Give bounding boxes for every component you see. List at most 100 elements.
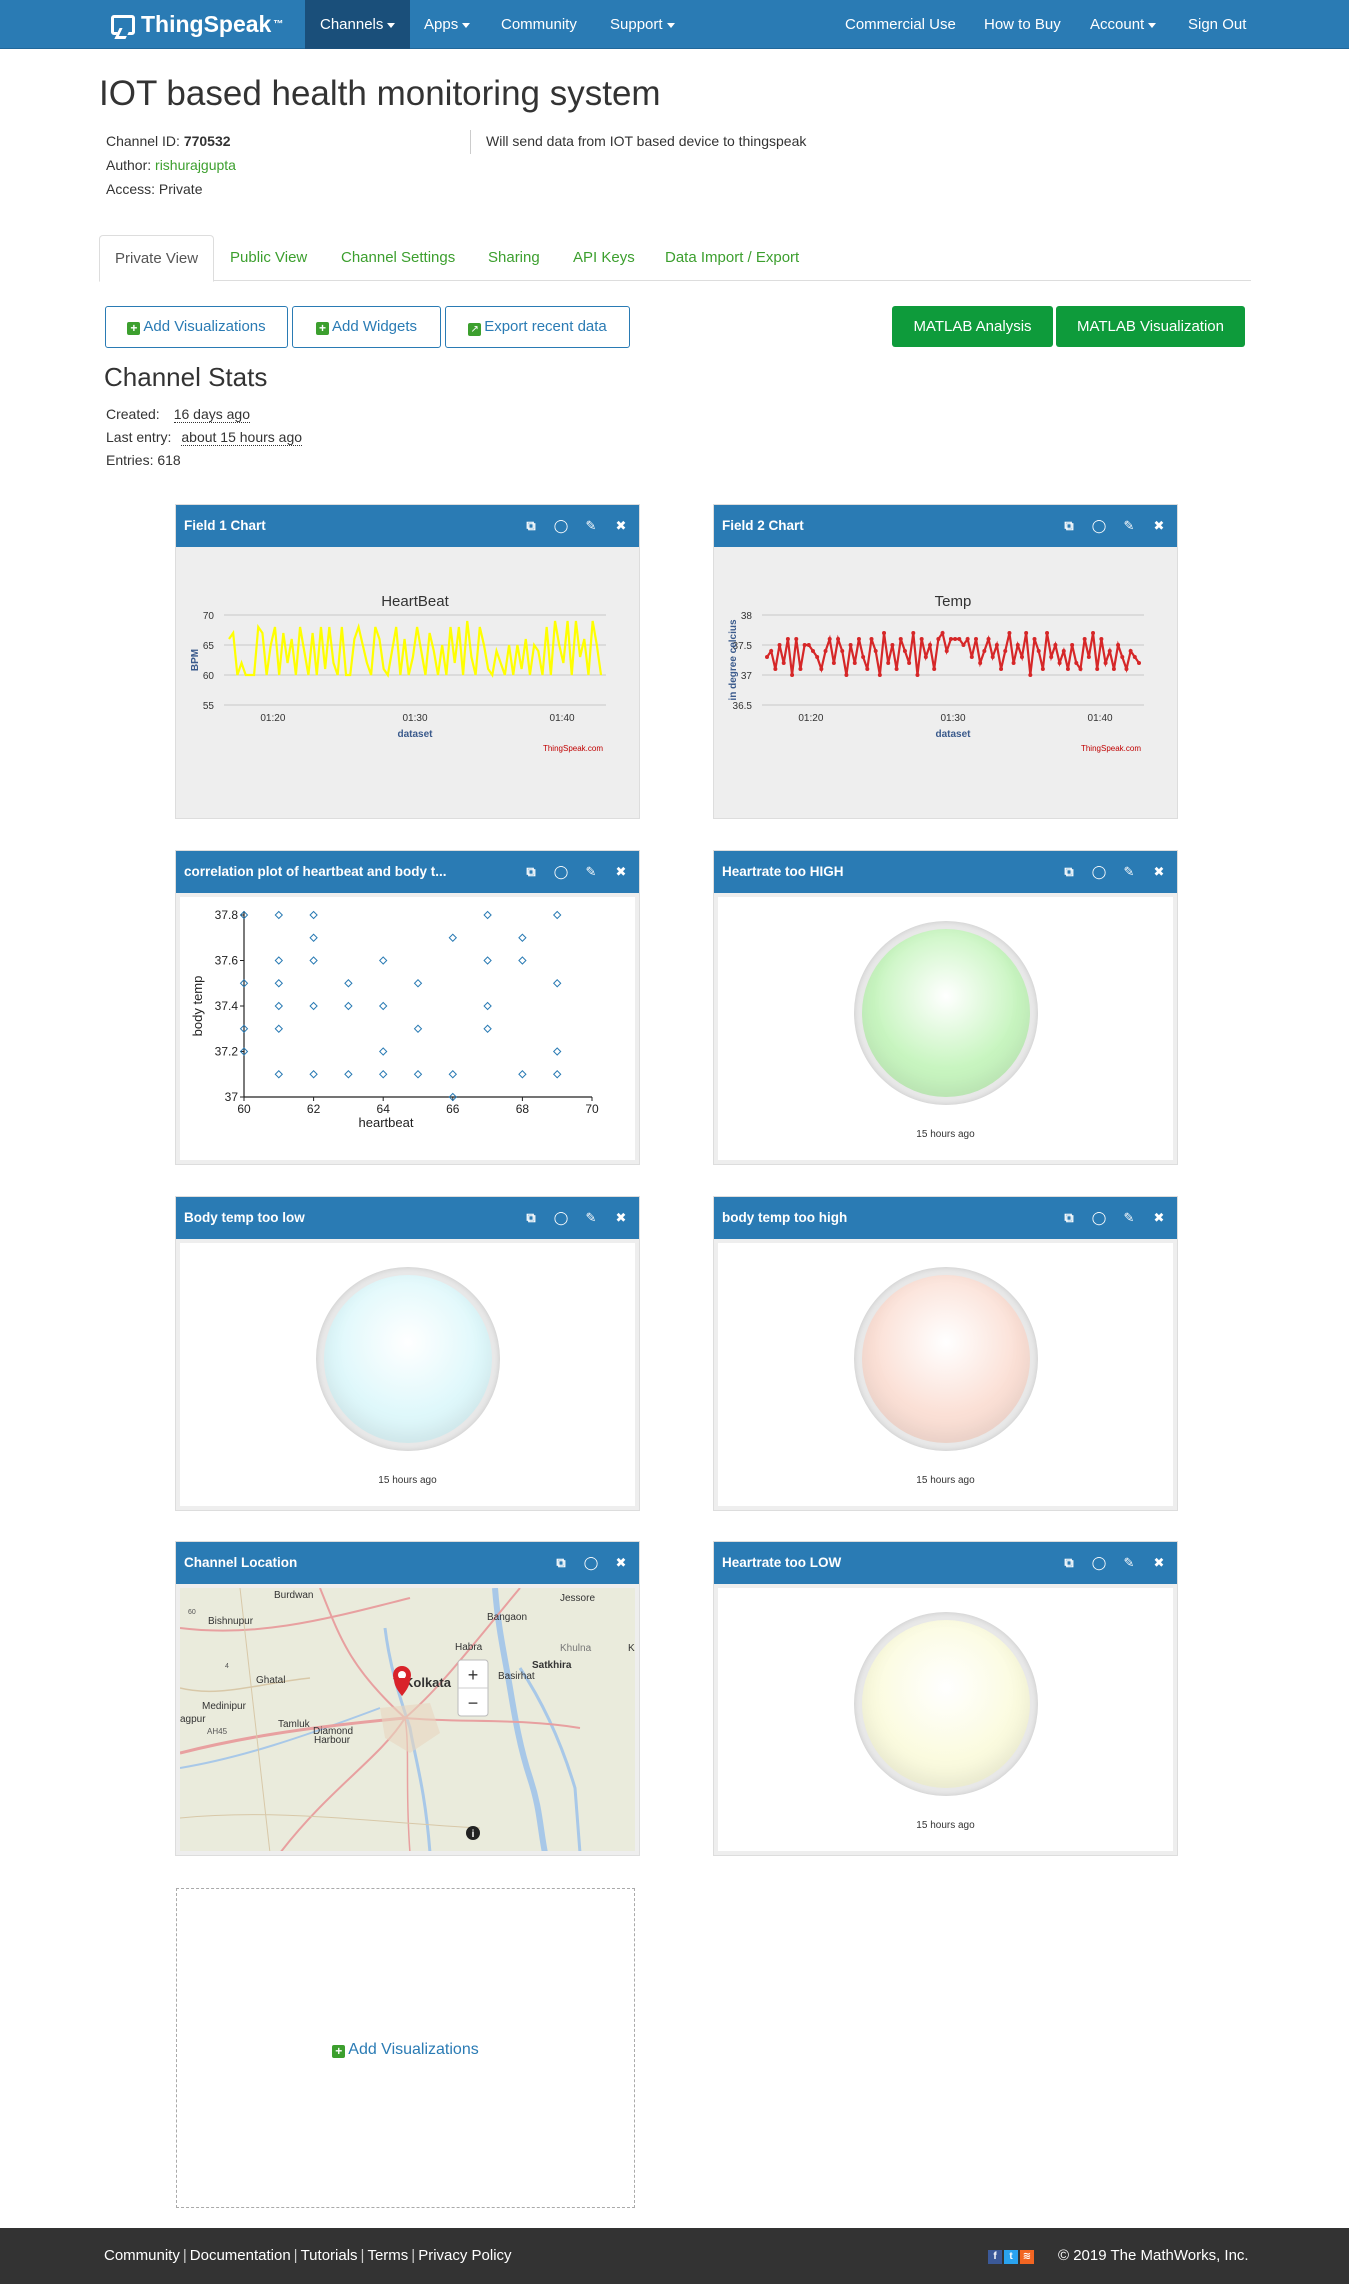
- close-icon[interactable]: ✖: [1151, 518, 1167, 534]
- scatter-point: [552, 1047, 562, 1056]
- copyright: © 2019 The MathWorks, Inc.: [1058, 2247, 1249, 2264]
- pencil-icon[interactable]: ✎: [1121, 1210, 1137, 1226]
- nav-sign-out[interactable]: Sign Out: [1173, 0, 1261, 49]
- map-canvas[interactable]: Burdwan Jessore Bishnupur Bangaon Khulna…: [180, 1588, 635, 1851]
- footer: Community | Documentation | Tutorials | Terms |…: [0, 2228, 1349, 2284]
- tab-private-view[interactable]: Private View: [99, 235, 215, 282]
- lamp-timestamp: 15 hours ago: [916, 1475, 975, 1486]
- footer-link-community[interactable]: Community: [104, 2247, 180, 2264]
- widget-header: body temp too high ⧉ ◯ ✎ ✖: [714, 1197, 1177, 1239]
- pencil-icon[interactable]: ✎: [583, 518, 599, 534]
- facebook-icon[interactable]: f: [988, 2250, 1002, 2264]
- data-point: [923, 655, 928, 659]
- thingspeak-logo[interactable]: ThingSpeak ™: [111, 11, 283, 38]
- external-link-icon[interactable]: ⧉: [1061, 1555, 1077, 1571]
- stat-entries: Entries: 618: [106, 452, 181, 468]
- add-visualizations-button[interactable]: + Add Visualizations: [105, 306, 288, 348]
- map-label: Bangaon: [487, 1612, 527, 1623]
- comment-icon[interactable]: ◯: [1091, 1555, 1107, 1571]
- tab-data-import-export[interactable]: Data Import / Export: [650, 235, 814, 281]
- comment-icon[interactable]: ◯: [583, 1555, 599, 1571]
- export-recent-data-button[interactable]: ↗ Export recent data: [445, 306, 630, 348]
- close-icon[interactable]: ✖: [613, 1555, 629, 1571]
- brand-name: ThingSpeak: [141, 11, 272, 37]
- data-point: [848, 643, 853, 647]
- scatter-point: [378, 1001, 388, 1011]
- matlab-visualization-button[interactable]: MATLAB Visualization: [1056, 306, 1245, 347]
- nav-channels[interactable]: Channels: [305, 0, 411, 49]
- data-point: [1128, 649, 1133, 653]
- data-point: [932, 667, 937, 671]
- add-visualizations-link[interactable]: + Add Visualizations: [177, 2041, 634, 2059]
- scatter-point: [344, 979, 353, 988]
- comment-icon[interactable]: ◯: [553, 864, 569, 880]
- export-icon: ↗: [468, 323, 482, 336]
- pencil-icon[interactable]: ✎: [583, 864, 599, 880]
- nav-commercial-use[interactable]: Commercial Use: [830, 0, 971, 49]
- chevron-down-icon: [387, 22, 396, 28]
- author-link[interactable]: rishurajgupta: [155, 157, 236, 173]
- pencil-icon[interactable]: ✎: [583, 1210, 599, 1226]
- zoom-in-button[interactable]: +: [468, 1665, 479, 1685]
- add-widgets-button[interactable]: + Add Widgets: [292, 306, 441, 348]
- external-link-icon[interactable]: ⧉: [553, 1555, 569, 1571]
- comment-icon[interactable]: ◯: [553, 1210, 569, 1226]
- pencil-icon[interactable]: ✎: [1121, 518, 1137, 534]
- nav-account[interactable]: Account: [1075, 0, 1171, 49]
- nav-howtobuy-label: How to Buy: [984, 16, 1061, 33]
- data-point: [823, 649, 828, 653]
- stat-created: Created: 16 days ago: [106, 406, 250, 423]
- pencil-icon[interactable]: ✎: [1121, 864, 1137, 880]
- data-point: [852, 661, 857, 665]
- external-link-icon[interactable]: ⧉: [1061, 518, 1077, 534]
- comment-icon[interactable]: ◯: [1091, 518, 1107, 534]
- external-link-icon[interactable]: ⧉: [1061, 864, 1077, 880]
- close-icon[interactable]: ✖: [613, 1210, 629, 1226]
- tab-api-keys[interactable]: API Keys: [558, 235, 650, 281]
- location-map[interactable]: Burdwan Jessore Bishnupur Bangaon Khulna…: [180, 1588, 635, 1851]
- tab-channel-settings[interactable]: Channel Settings: [326, 235, 470, 281]
- scatter-point: [483, 910, 492, 920]
- widget-header: correlation plot of heartbeat and body t…: [176, 851, 639, 893]
- external-link-icon[interactable]: ⧉: [523, 1210, 539, 1226]
- data-point: [928, 643, 933, 647]
- y-axis-label: BPM: [190, 649, 201, 671]
- map-label: agpur: [180, 1714, 206, 1725]
- close-icon[interactable]: ✖: [613, 864, 629, 880]
- data-point: [765, 655, 769, 659]
- data-point: [1003, 649, 1008, 653]
- data-point: [990, 655, 995, 659]
- footer-link-privacy-policy[interactable]: Privacy Policy: [418, 2247, 511, 2264]
- widget-title: Field 2 Chart: [722, 518, 804, 533]
- data-point: [798, 667, 803, 671]
- close-icon[interactable]: ✖: [1151, 1555, 1167, 1571]
- comment-icon[interactable]: ◯: [553, 518, 569, 534]
- nav-community[interactable]: Community: [486, 0, 592, 49]
- zoom-out-button[interactable]: −: [468, 1693, 479, 1713]
- external-link-icon[interactable]: ⧉: [523, 864, 539, 880]
- external-link-icon[interactable]: ⧉: [523, 518, 539, 534]
- twitter-icon[interactable]: t: [1004, 2250, 1018, 2264]
- footer-link-terms[interactable]: Terms: [367, 2247, 408, 2264]
- tab-public-view[interactable]: Public View: [215, 235, 322, 281]
- channel-id-label: Channel ID:: [106, 133, 180, 149]
- rss-icon[interactable]: ≋: [1020, 2250, 1034, 2264]
- close-icon[interactable]: ✖: [613, 518, 629, 534]
- matlab-analysis-button[interactable]: MATLAB Analysis: [892, 306, 1053, 347]
- comment-icon[interactable]: ◯: [1091, 864, 1107, 880]
- nav-support[interactable]: Support: [595, 0, 690, 49]
- pencil-icon[interactable]: ✎: [1121, 1555, 1137, 1571]
- close-icon[interactable]: ✖: [1151, 864, 1167, 880]
- comment-icon[interactable]: ◯: [1091, 1210, 1107, 1226]
- footer-link-tutorials[interactable]: Tutorials: [301, 2247, 358, 2264]
- nav-how-to-buy[interactable]: How to Buy: [969, 0, 1076, 49]
- footer-link-documentation[interactable]: Documentation: [190, 2247, 291, 2264]
- tab-sharing[interactable]: Sharing: [473, 235, 555, 281]
- data-point: [1132, 655, 1137, 659]
- y-tick-label: 55: [203, 701, 215, 712]
- data-point: [957, 637, 962, 641]
- nav-apps[interactable]: Apps: [409, 0, 485, 49]
- external-link-icon[interactable]: ⧉: [1061, 1210, 1077, 1226]
- close-icon[interactable]: ✖: [1151, 1210, 1167, 1226]
- nav-community-label: Community: [501, 16, 577, 33]
